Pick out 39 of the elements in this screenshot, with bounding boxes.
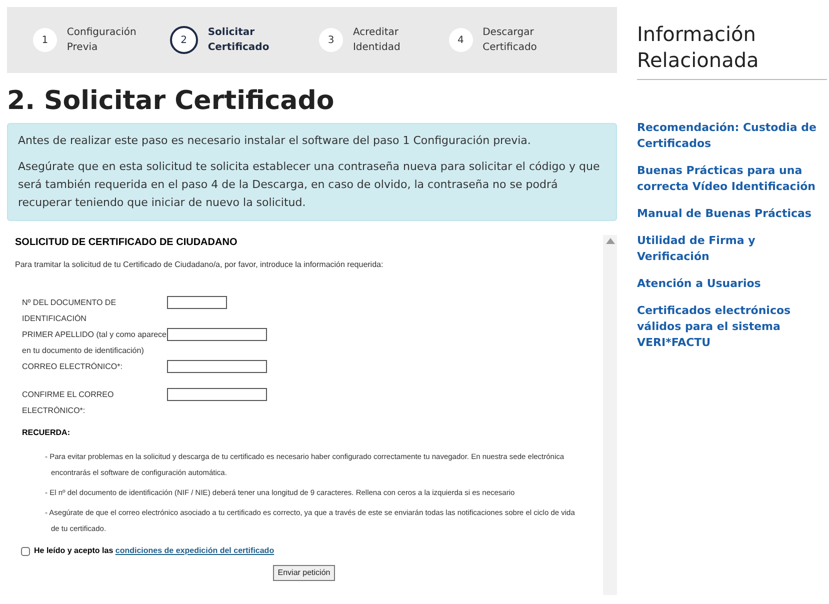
remember-heading: RECUERDA: <box>21 427 71 439</box>
step-tab[interactable]: 2 Solicitar Certificado <box>170 25 320 55</box>
step-number: 4 <box>448 28 473 52</box>
related-link[interactable]: Certificados electrónicos válidos para el sistema VERI*FACTU <box>637 303 827 351</box>
step-label: Solicitar Certificado <box>208 26 270 55</box>
related-link[interactable]: Recomendación: Custodia de Certificados <box>637 120 827 152</box>
scroll-up-icon[interactable] <box>606 238 614 244</box>
related-link[interactable]: Buenas Prácticas para una correcta Vídeo Identificación <box>637 163 827 195</box>
text-input[interactable] <box>167 296 227 309</box>
notice-text: Antes de realizar este paso es necesario instalar el software del paso 1 Configuración previa. <box>18 133 532 149</box>
step-number: 1 <box>33 28 57 52</box>
step-label: Configuración Previa <box>66 26 138 55</box>
field-label: CONFIRME EL CORREO ELECTRÓNICO*: <box>22 389 115 417</box>
text-input[interactable] <box>167 388 267 401</box>
text-input[interactable] <box>167 328 267 341</box>
consent-text: He leído y acepto las condiciones de expedición del certificado <box>34 545 274 557</box>
form-intro: Para tramitar la solicitud de tu Certificado de Ciudadano/a, por favor, introduce la información requerida: <box>15 259 384 271</box>
consent-checkbox[interactable] <box>21 546 30 556</box>
form-title: SOLICITUD DE CERTIFICADO DE CIUDADANO <box>15 236 238 250</box>
submit-button[interactable]: Enviar petición <box>272 565 336 581</box>
sidebar-title: Información Relacionada <box>637 21 827 80</box>
related-link[interactable]: Manual de Buenas Prácticas <box>637 206 827 222</box>
step-tab[interactable]: 4 Descargar Certificado <box>448 25 591 55</box>
field-label: CORREO ELECTRÓNICO*: <box>22 361 124 373</box>
step-label: Acreditar Identidad <box>352 26 402 55</box>
step-number: 2 <box>170 26 198 54</box>
step-label: Descargar Certificado <box>482 26 538 55</box>
related-link[interactable]: Utilidad de Firma y Verificación <box>637 233 827 265</box>
field-label: PRIMER APELLIDO (tal y como aparece en tu documento de identificación) <box>22 329 167 357</box>
notice-text: Asegúrate que en esta solicitud te solicita establecer una contraseña nueva para solicitar el código y que será también requerida en el paso 4 de la Descarga, en caso de olvido, la contraseña no se podrá recuperar teniendo que iniciar de nuevo la solicitud. <box>18 159 601 211</box>
step-tab[interactable]: 1 Configuración Previa <box>33 25 170 55</box>
page-title: 2. Solicitar Certificado <box>7 85 336 117</box>
field-label: Nº DEL DOCUMENTO DE IDENTIFICACIÓN <box>22 297 118 325</box>
text-input[interactable] <box>167 360 267 373</box>
step-number: 3 <box>319 28 343 52</box>
scrollbar[interactable] <box>603 235 617 595</box>
conditions-link[interactable]: condiciones de expedición del certificado <box>115 546 274 555</box>
step-tab[interactable]: 3 Acreditar Identidad <box>319 25 449 55</box>
related-link[interactable]: Atención a Usuarios <box>637 276 827 292</box>
